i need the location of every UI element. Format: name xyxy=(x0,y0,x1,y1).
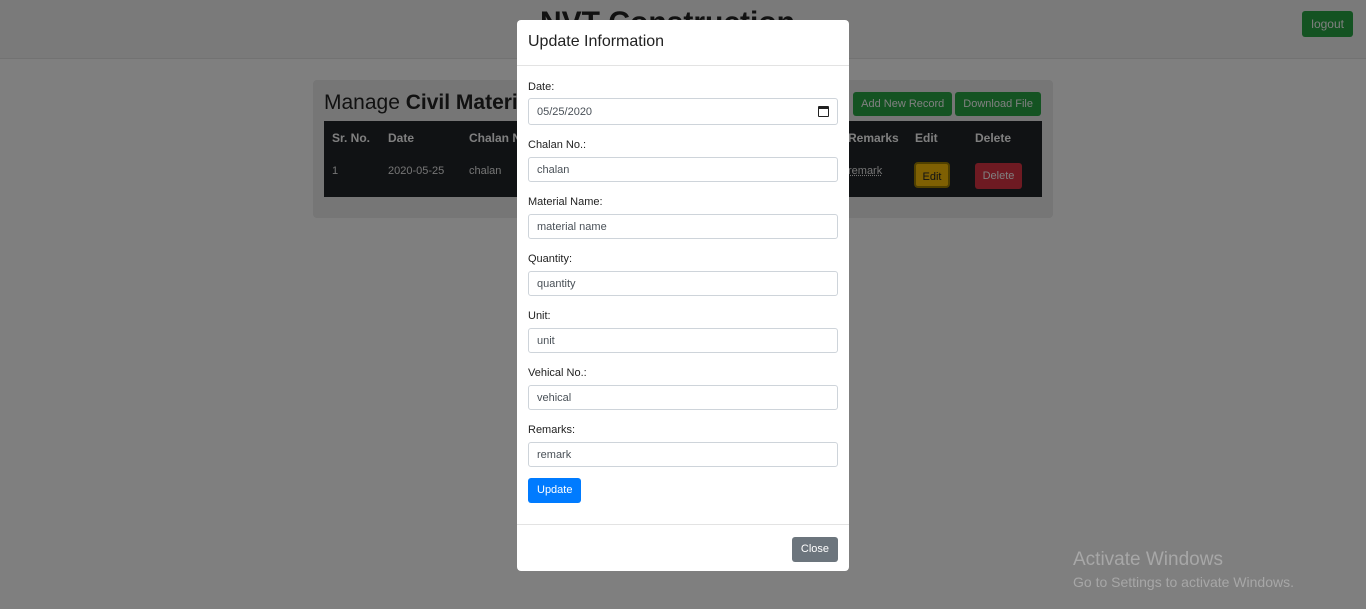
material-name-input[interactable] xyxy=(528,214,838,239)
close-button[interactable]: Close xyxy=(791,537,838,562)
unit-input[interactable] xyxy=(528,328,838,353)
modal-footer: Close xyxy=(517,524,849,572)
remarks-label: Remarks: xyxy=(528,424,576,436)
windows-watermark: Activate Windows Go to Settings to activ… xyxy=(1073,549,1294,590)
modal-title: Update Information xyxy=(528,33,665,50)
quantity-input[interactable] xyxy=(528,271,838,296)
vehical-label: Vehical No.: xyxy=(528,367,587,379)
watermark-line1: Activate Windows xyxy=(1073,549,1223,570)
remarks-input[interactable] xyxy=(528,442,838,467)
update-button[interactable]: Update xyxy=(528,478,582,503)
update-modal: Update Information Date: 05/25/2020 Chal… xyxy=(517,20,849,571)
quantity-label: Quantity: xyxy=(528,253,573,265)
unit-label: Unit: xyxy=(528,310,551,322)
chalan-input[interactable] xyxy=(528,157,838,182)
calendar-icon[interactable] xyxy=(818,106,829,117)
date-input[interactable]: 05/25/2020 xyxy=(528,98,838,125)
vehical-input[interactable] xyxy=(528,385,838,410)
date-label: Date: xyxy=(528,81,555,93)
modal-body: Date: 05/25/2020 Chalan No.: Material Na… xyxy=(517,66,849,524)
date-value: 05/25/2020 xyxy=(537,105,593,118)
watermark-line2: Go to Settings to activate Windows. xyxy=(1073,574,1294,590)
modal-header: Update Information xyxy=(517,20,849,66)
chalan-label: Chalan No.: xyxy=(528,139,587,151)
material-name-label: Material Name: xyxy=(528,196,603,208)
